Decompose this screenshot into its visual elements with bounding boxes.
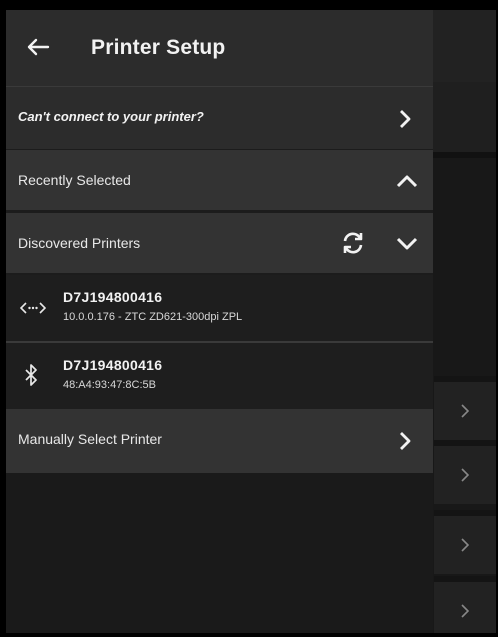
refresh-icon[interactable]	[340, 230, 366, 256]
chevron-right-icon	[461, 538, 470, 552]
background-row[interactable]	[434, 510, 496, 574]
chevron-right-icon	[461, 404, 470, 418]
cant-connect-label: Can't connect to your printer?	[18, 109, 204, 124]
app-frame: Printer Setup Can't connect to your prin…	[6, 10, 496, 633]
background-row[interactable]	[434, 440, 496, 504]
network-icon	[20, 302, 46, 314]
printer-name: D7J194800416	[63, 357, 163, 373]
chevron-right-icon	[400, 432, 411, 450]
cant-connect-row[interactable]: Can't connect to your printer?	[6, 86, 433, 149]
printer-detail: 48:A4:93:47:8C:5B	[63, 379, 156, 391]
background-row[interactable]	[434, 576, 496, 633]
printer-item-bluetooth[interactable]: D7J194800416 48:A4:93:47:8C:5B	[6, 343, 433, 409]
section-label: Recently Selected	[18, 172, 131, 188]
manual-select-label: Manually Select Printer	[18, 431, 162, 447]
chevron-right-icon	[400, 110, 411, 128]
printer-detail: 10.0.0.176 - ZTC ZD621-300dpi ZPL	[63, 311, 243, 323]
chevron-right-icon	[461, 468, 470, 482]
section-discovered-printers[interactable]: Discovered Printers	[6, 213, 433, 273]
page-title: Printer Setup	[91, 36, 226, 59]
bluetooth-icon	[25, 364, 37, 386]
background-row[interactable]	[434, 376, 496, 440]
drawer-empty-area	[6, 473, 433, 633]
chevron-up-icon[interactable]	[396, 174, 418, 188]
printer-setup-drawer: Printer Setup Can't connect to your prin…	[6, 10, 433, 633]
printer-name: D7J194800416	[63, 289, 163, 305]
arrow-left-icon[interactable]	[26, 38, 50, 56]
chevron-right-icon	[461, 604, 470, 618]
chevron-down-icon[interactable]	[396, 237, 418, 251]
section-label: Discovered Printers	[18, 235, 141, 251]
printer-item-network[interactable]: D7J194800416 10.0.0.176 - ZTC ZD621-300d…	[6, 275, 433, 343]
drawer-header: Printer Setup	[6, 10, 433, 86]
section-recently-selected[interactable]: Recently Selected	[6, 150, 433, 210]
manually-select-printer-row[interactable]: Manually Select Printer	[6, 409, 433, 473]
